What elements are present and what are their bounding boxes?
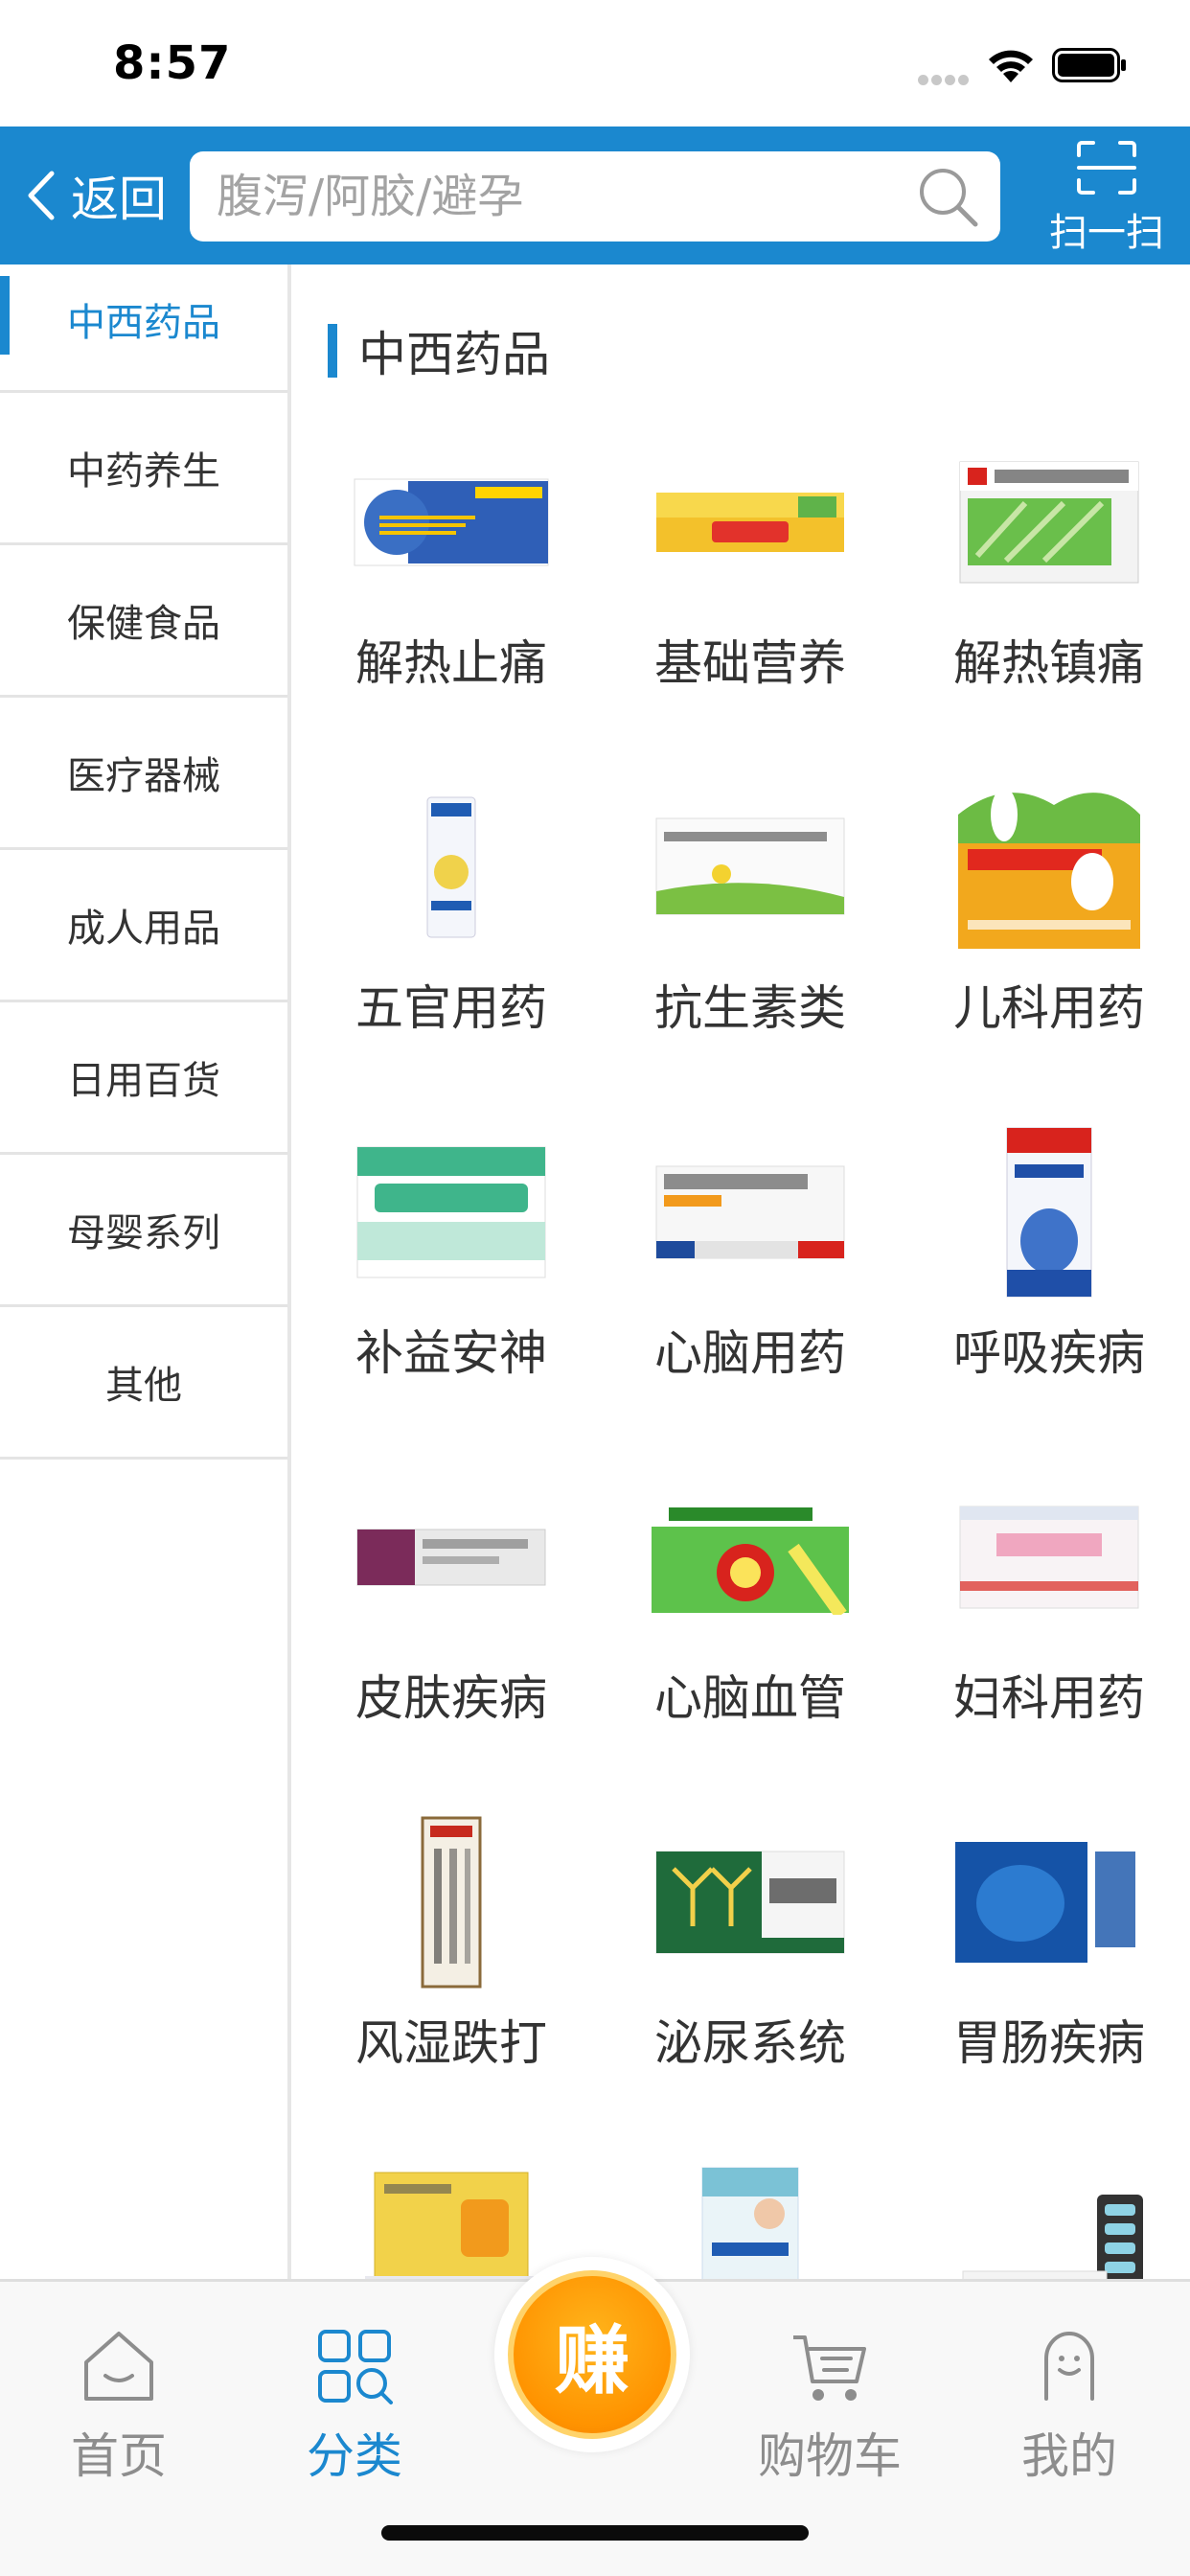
- section-title: 中西药品: [358, 327, 550, 382]
- earn-label: 赚: [554, 2318, 629, 2404]
- subcategory-label: 补益安神: [355, 1325, 547, 1381]
- subcategory-item[interactable]: 风湿跌打: [307, 1816, 606, 2162]
- sidebar-item-mother-baby[interactable]: 母婴系列: [0, 1155, 287, 1307]
- subcategory-label: 胃肠疾病: [953, 2015, 1145, 2071]
- subcategory-item[interactable]: 心脑用药: [606, 1127, 904, 1472]
- section-accent-bar: [328, 324, 337, 378]
- home-icon: [84, 2332, 153, 2401]
- tab-category-label: 分类: [307, 2428, 402, 2484]
- subcategory-item[interactable]: 补益安神: [307, 1127, 606, 1472]
- rabbit-kids-medicine-box-icon: [945, 782, 1154, 953]
- subcategory-label: 解热止痛: [355, 635, 547, 691]
- nav-bar: 返回 扫一扫: [0, 126, 1190, 264]
- subcategory-label: 儿科用药: [953, 980, 1145, 1036]
- subcategory-item[interactable]: 泌尿系统: [606, 1817, 904, 2162]
- subcategory-item[interactable]: 解热止痛: [307, 437, 606, 782]
- shopping-cart-icon: [793, 2335, 866, 2401]
- sidebar-item-other[interactable]: 其他: [0, 1307, 287, 1460]
- scan-label: 扫一扫: [1049, 211, 1164, 255]
- purple-ointment-box-icon: [347, 1472, 556, 1643]
- section-header: 中西药品: [328, 316, 550, 385]
- subcategory-item[interactable]: 儿科用药: [904, 782, 1190, 1127]
- tab-cart-label: 购物车: [758, 2428, 902, 2484]
- earn-button-inner: 赚: [508, 2270, 676, 2439]
- subcategory-label: 心脑血管: [654, 1670, 846, 1726]
- sidebar-item-medical-devices[interactable]: 医疗器械: [0, 698, 287, 850]
- sidebar-item-daily-goods[interactable]: 日用百货: [0, 1002, 287, 1155]
- tab-cart[interactable]: 购物车: [734, 2326, 926, 2487]
- white-orange-tablet-box-icon: [646, 1127, 855, 1298]
- blue-white-medicine-box-icon: [347, 437, 556, 608]
- green-sanjin-tablet-box-icon: [646, 1817, 855, 1988]
- subcategory-item[interactable]: [606, 2162, 904, 2279]
- sidebar-item-tcm-health[interactable]: 中药养生: [0, 393, 287, 545]
- subcategory-item[interactable]: [904, 2162, 1190, 2279]
- user-profile-icon: [1044, 2332, 1094, 2401]
- subcategory-label: 五官用药: [355, 980, 547, 1036]
- scan-icon: [1077, 141, 1136, 195]
- green-tea-box-icon: [646, 1472, 855, 1643]
- subcategory-grid: 解热止痛 基础营养 解热镇痛 五官用药 抗生素类 儿科用药 补益安神 心脑用药 …: [307, 437, 1190, 2279]
- subcategory-label: 基础营养: [654, 635, 846, 691]
- subcategory-item[interactable]: 皮肤疾病: [307, 1472, 606, 1817]
- subcategory-label: 皮肤疾病: [355, 1670, 547, 1726]
- subcategory-item[interactable]: 心脑血管: [606, 1472, 904, 1817]
- sidebar-item-adult-products[interactable]: 成人用品: [0, 850, 287, 1002]
- scan-button[interactable]: 扫一扫: [1035, 140, 1179, 255]
- status-bar: 8:57: [0, 0, 1190, 126]
- sidebar-item-health-food[interactable]: 保健食品: [0, 545, 287, 698]
- back-button[interactable]: 返回: [25, 161, 167, 230]
- subcategory-label: 抗生素类: [654, 980, 846, 1036]
- back-label: 返回: [71, 172, 167, 227]
- white-blue-box-icon: [646, 2162, 855, 2279]
- category-sidebar: 中西药品 中药养生 保健食品 医疗器械 成人用品 日用百货 母婴系列 其他: [0, 264, 291, 2279]
- subcategory-item[interactable]: 呼吸疾病: [904, 1127, 1190, 1472]
- blister-pack-box-icon: [945, 2162, 1154, 2279]
- white-blue-bottle-icon: [347, 782, 556, 953]
- pink-white-box-icon: [945, 1472, 1154, 1643]
- subcategory-item[interactable]: 基础营养: [606, 437, 904, 782]
- category-grid-icon: [318, 2330, 393, 2404]
- subcategory-label: 心脑用药: [654, 1325, 846, 1381]
- tab-mine-label: 我的: [1021, 2428, 1117, 2484]
- subcategory-item[interactable]: 五官用药: [307, 782, 606, 1127]
- tab-mine[interactable]: 我的: [973, 2326, 1165, 2487]
- tab-category[interactable]: 分类: [259, 2326, 450, 2487]
- tab-home-label: 首页: [71, 2428, 167, 2484]
- subcategory-item[interactable]: 胃肠疾病: [904, 1817, 1190, 2162]
- earn-button[interactable]: 赚: [494, 2257, 690, 2452]
- subcategory-label: 呼吸疾病: [953, 1325, 1145, 1381]
- category-content: 中西药品 解热止痛 基础营养 解热镇痛 五官用药 抗生素类 儿科用药 补益安神 …: [291, 264, 1190, 2279]
- subcategory-label: 解热镇痛: [953, 635, 1145, 691]
- subcategory-item[interactable]: 妇科用药: [904, 1472, 1190, 1817]
- subcategory-label: 妇科用药: [953, 1670, 1145, 1726]
- green-cold-granules-box-icon: [945, 437, 1154, 608]
- yellow-stomach-box-icon: [347, 2162, 556, 2279]
- white-green-antibiotic-box-icon: [646, 782, 855, 953]
- yellow-red-vitamin-box-icon: [646, 437, 855, 608]
- search-box[interactable]: [190, 151, 1000, 242]
- green-white-pill-box-icon: [347, 1127, 556, 1298]
- blue-granule-box-icon: [945, 1817, 1154, 1988]
- status-time: 8:57: [113, 36, 232, 90]
- subcategory-item[interactable]: 抗生素类: [606, 782, 904, 1127]
- subcategory-label: 泌尿系统: [654, 2015, 846, 2071]
- subcategory-label: 风湿跌打: [355, 2015, 547, 2071]
- cellular-signal-icon: [918, 71, 972, 85]
- chevron-left-icon: [28, 171, 55, 220]
- sidebar-item-western-chinese-medicine[interactable]: 中西药品: [0, 264, 287, 393]
- tall-brown-bottle-box-icon: [347, 1816, 556, 1989]
- tab-home[interactable]: 首页: [23, 2326, 215, 2487]
- subcategory-item[interactable]: 解热镇痛: [904, 437, 1190, 782]
- wifi-icon: [989, 50, 1033, 82]
- blue-syrup-box-icon: [945, 1127, 1154, 1298]
- battery-icon: [1052, 48, 1126, 82]
- search-input[interactable]: [217, 151, 887, 242]
- search-icon[interactable]: [916, 165, 981, 230]
- screen: 8:57 返回 腹泻/阿胶/避孕 扫一扫 中西药品 中药养生 保健食品 医疗器械…: [0, 0, 1190, 2576]
- home-indicator: [381, 2525, 809, 2541]
